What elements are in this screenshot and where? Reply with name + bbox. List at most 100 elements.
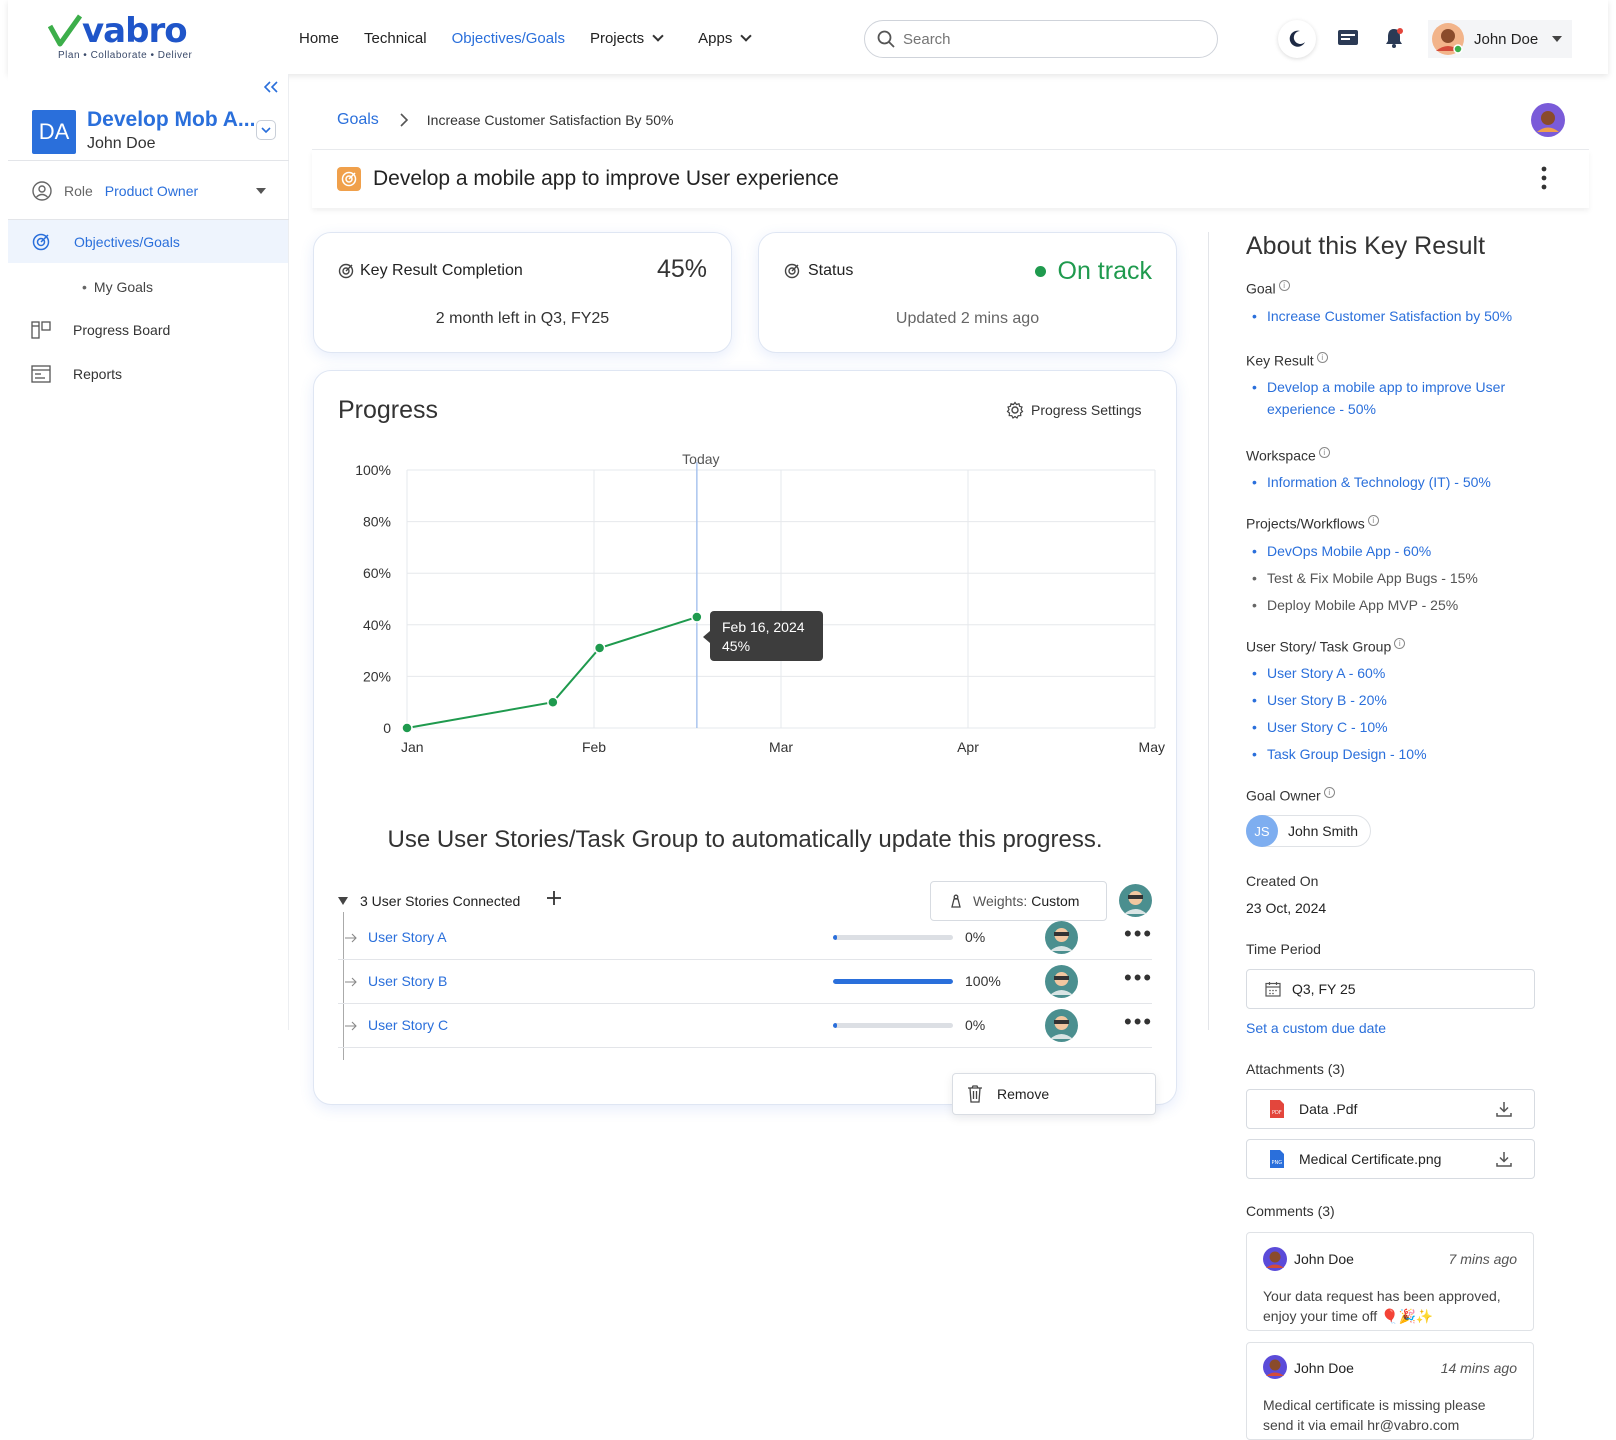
user-menu[interactable]: John Doe — [1428, 20, 1572, 58]
moon-icon — [1289, 30, 1305, 47]
avatar — [1432, 23, 1464, 55]
goal-owner-label: Goal Owner i — [1246, 787, 1335, 804]
workspace-switcher-button[interactable] — [256, 120, 276, 140]
workspace-title[interactable]: Develop Mob A... — [87, 108, 255, 132]
custom-due-date-link[interactable]: Set a custom due date — [1246, 1020, 1386, 1036]
reports-icon — [31, 365, 51, 383]
story-progress-bar — [833, 1023, 953, 1028]
vabro-logo[interactable]: vabro Plan • Collaborate • Deliver — [48, 14, 192, 61]
nav-technical-label: Technical — [364, 30, 427, 47]
y-tick-label: 60% — [363, 565, 391, 581]
stories-banner: Use User Stories/Task Group to automatic… — [387, 826, 1103, 853]
x-tick-label: Apr — [957, 739, 979, 755]
avatar[interactable] — [1045, 965, 1078, 998]
sidebar-item-reports[interactable]: Reports — [31, 365, 122, 383]
list-item[interactable]: User Story B - 20% — [1246, 687, 1576, 714]
story-link[interactable]: User Story C — [368, 1017, 448, 1033]
sidebar-item-label: Objectives/Goals — [74, 234, 180, 250]
sidebar-item-objectives-goals[interactable]: Objectives/Goals — [8, 220, 288, 263]
more-options-button[interactable] — [1541, 166, 1549, 195]
nav-technical[interactable]: Technical — [364, 30, 427, 47]
projects-label: Projects/Workflows i — [1246, 515, 1379, 532]
sidebar-item-label: Reports — [73, 366, 123, 382]
messages-button[interactable] — [1337, 29, 1359, 54]
breadcrumb-current: Increase Customer Satisfaction By 50% — [426, 112, 674, 128]
list-item[interactable]: Information & Technology (IT) - 50% — [1246, 469, 1576, 496]
svg-text:PNG: PNG — [1272, 1160, 1283, 1166]
tooltip-pointer — [703, 631, 710, 643]
time-period-label: Time Period — [1246, 941, 1321, 957]
caret-down-icon — [338, 897, 348, 905]
goal-list: Increase Customer Satisfaction by 50% — [1246, 303, 1556, 330]
x-tick-label: Jan — [401, 739, 424, 755]
sidebar-item-my-goals[interactable]: • My Goals — [82, 279, 153, 295]
role-selector[interactable]: Role Product Owner — [32, 181, 266, 201]
download-icon[interactable] — [1496, 1151, 1512, 1167]
nav-apps[interactable]: Apps — [698, 30, 753, 47]
nav-projects[interactable]: Projects — [590, 30, 664, 47]
key-result-label: Key Result i — [1246, 352, 1328, 369]
projects-list: DevOps Mobile App - 60%Test & Fix Mobile… — [1246, 538, 1576, 619]
caret-down-icon — [256, 188, 266, 194]
time-period-field[interactable]: Q3, FY 25 — [1246, 969, 1535, 1009]
chart-tooltip: Feb 16, 2024 45% — [703, 611, 823, 661]
progress-settings-button[interactable]: Progress Settings — [1006, 401, 1142, 419]
info-icon: i — [1367, 515, 1379, 526]
dark-mode-toggle[interactable] — [1278, 20, 1316, 58]
comment-author: John Doe — [1294, 1360, 1354, 1376]
story-link[interactable]: User Story A — [368, 929, 447, 945]
sidebar-item-progress-board[interactable]: Progress Board — [31, 321, 170, 339]
download-icon[interactable] — [1496, 1101, 1512, 1117]
story-percent: 0% — [965, 1017, 986, 1033]
user-circle-icon — [32, 181, 52, 201]
row-more-button[interactable]: ••• — [1124, 923, 1153, 945]
workspace-user: John Doe — [87, 135, 156, 152]
nav-home[interactable]: Home — [299, 30, 339, 47]
y-tick-label: 80% — [363, 514, 391, 530]
story-progress-bar — [833, 979, 953, 984]
story-percent: 100% — [965, 973, 1001, 989]
comment-card: John Doe 7 mins ago Your data request ha… — [1246, 1232, 1534, 1331]
target-icon — [784, 263, 800, 279]
table-row: User Story C 0% ••• — [338, 1003, 1152, 1048]
row-more-button[interactable]: ••• — [1124, 967, 1153, 989]
info-icon: i — [1394, 638, 1406, 649]
data-point — [691, 611, 703, 623]
notifications-button[interactable] — [1384, 27, 1404, 54]
goal-label-text: Goal — [1246, 280, 1276, 297]
nav-objectives-goals[interactable]: Objectives/Goals — [452, 30, 565, 47]
list-item[interactable]: User Story A - 60% — [1246, 660, 1576, 687]
attachment-item[interactable]: PDF Data .Pdf — [1246, 1089, 1535, 1129]
search-icon — [877, 30, 895, 48]
story-link[interactable]: User Story B — [368, 973, 447, 989]
info-icon: i — [1278, 280, 1290, 291]
chevron-down-icon — [652, 30, 664, 42]
trash-icon — [968, 1085, 982, 1103]
info-icon: i — [1316, 352, 1328, 363]
vertical-dots-icon — [1541, 166, 1547, 190]
logo-wordmark: vabro — [82, 11, 188, 51]
bell-icon — [1386, 28, 1403, 48]
search-box[interactable] — [864, 20, 1218, 58]
avatar[interactable] — [1119, 884, 1152, 917]
row-more-button[interactable]: ••• — [1124, 1011, 1153, 1033]
list-item[interactable]: User Story C - 10% — [1246, 714, 1576, 741]
avatar[interactable] — [1045, 1009, 1078, 1042]
breadcrumb-goals-link[interactable]: Goals — [337, 111, 379, 129]
avatar[interactable] — [1531, 103, 1565, 137]
list-item[interactable]: Increase Customer Satisfaction by 50% — [1246, 303, 1556, 330]
series-line — [406, 616, 698, 729]
list-item[interactable]: Task Group Design - 10% — [1246, 741, 1576, 768]
list-item[interactable]: Develop a mobile app to improve User exp… — [1246, 376, 1536, 420]
goal-owner-chip[interactable]: JS John Smith — [1246, 815, 1372, 847]
png-file-icon: PNG — [1270, 1150, 1284, 1168]
attachment-item[interactable]: PNG Medical Certificate.png — [1246, 1139, 1535, 1179]
stories-connected-toggle[interactable]: 3 User Stories Connected — [338, 893, 520, 909]
kr-label-text: Key Result — [1246, 352, 1314, 369]
remove-menu-item[interactable]: Remove — [952, 1073, 1156, 1115]
add-story-button[interactable] — [546, 890, 562, 911]
avatar[interactable] — [1045, 921, 1078, 954]
list-item[interactable]: DevOps Mobile App - 60% — [1246, 538, 1576, 565]
collapse-sidebar-button[interactable] — [263, 80, 278, 98]
search-input[interactable] — [903, 30, 1183, 48]
